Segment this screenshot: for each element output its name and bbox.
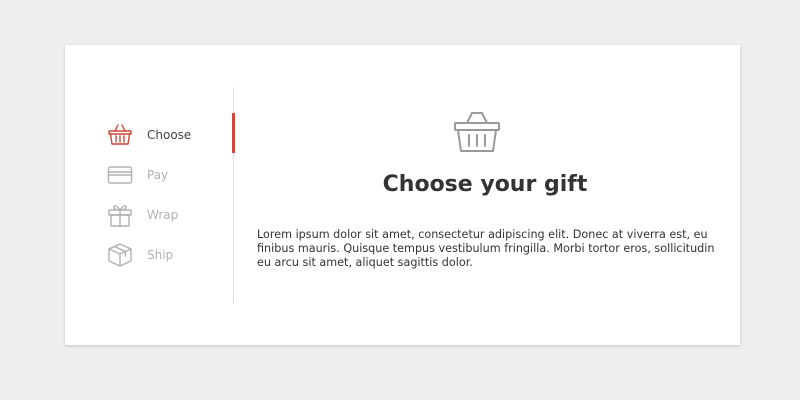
basket-icon	[452, 111, 502, 153]
credit-card-icon	[107, 162, 133, 188]
basket-icon	[107, 122, 133, 148]
step-content: Choose your gift Lorem ipsum dolor sit a…	[255, 45, 715, 345]
step-choose[interactable]: Choose	[107, 121, 233, 149]
step-ship-label: Ship	[147, 248, 174, 262]
step-description: Lorem ipsum dolor sit amet, consectetur …	[257, 228, 715, 269]
step-wrap-label: Wrap	[147, 208, 179, 222]
step-choose-label: Choose	[147, 128, 192, 142]
active-step-indicator	[232, 113, 235, 153]
step-pay[interactable]: Pay	[107, 161, 233, 189]
page-title: Choose your gift	[382, 172, 588, 197]
step-nav: Choose Pay Wrap Ship	[65, 45, 233, 345]
box-icon	[107, 242, 133, 268]
wizard-card: Choose Pay Wrap Ship Choose your gift Lo…	[65, 45, 740, 345]
step-pay-label: Pay	[147, 168, 169, 182]
gift-icon	[107, 202, 133, 228]
step-wrap[interactable]: Wrap	[107, 201, 233, 229]
step-ship[interactable]: Ship	[107, 241, 233, 269]
